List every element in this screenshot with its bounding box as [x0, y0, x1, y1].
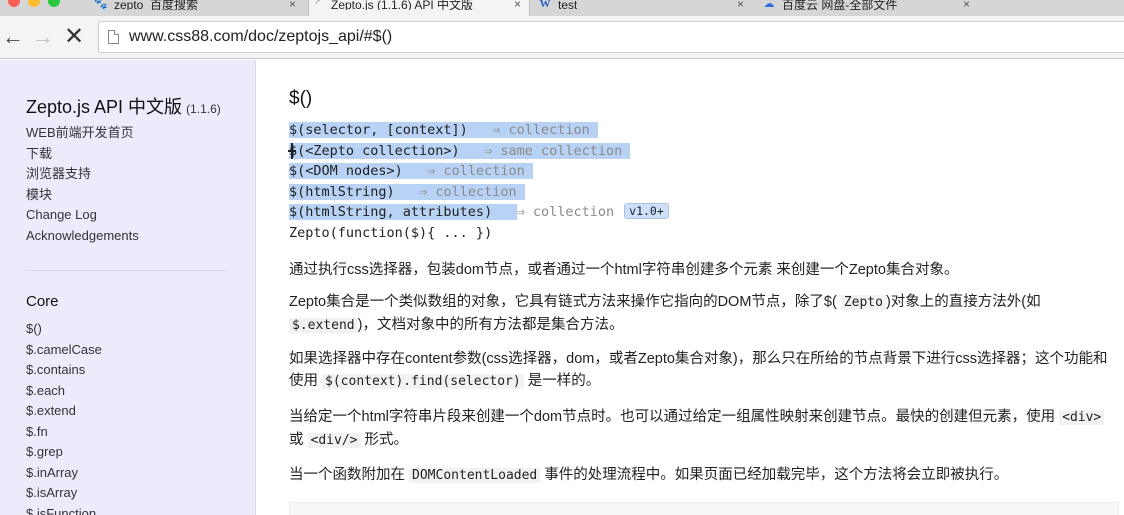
inline-code: <div/>	[307, 433, 361, 448]
signature-code: $(htmlString)	[289, 183, 395, 200]
w-icon: W	[539, 0, 551, 10]
signature-code: $(htmlString, attributes)	[289, 204, 493, 220]
text-fragment: 当一个函数附加在	[289, 467, 410, 483]
description-paragraph: 通过执行css选择器，包装dom节点，或者通过一个html字符串创建多个元素 来…	[289, 262, 959, 278]
sidebar-link-change-log[interactable]: Change Log	[26, 205, 139, 226]
inline-code: $.extend	[289, 318, 358, 333]
collection-paragraph: Zepto集合是一个类似数组的对象，它具有链式方法来操作它指向的DOM节点，除了…	[289, 291, 1119, 337]
text-fragment: 或	[289, 432, 308, 448]
close-tab-icon[interactable]: ×	[289, 0, 296, 10]
browser-tab-strip: 🐾 zepto_百度搜索 × ◜ Zepto.js (1.1.6) API 中文…	[0, 0, 1124, 16]
page-title: $()	[289, 88, 313, 109]
forward-arrow-icon[interactable]: →	[30, 24, 56, 50]
sidebar-link-modules[interactable]: 模块	[26, 185, 139, 206]
core-item-grep[interactable]: $.grep	[26, 442, 102, 463]
tab-title: test	[558, 0, 578, 10]
minimize-window-button[interactable]	[28, 0, 40, 7]
sidebar-nav: WEB前端开发首页 下载 浏览器支持 模块 Change Log Acknowl…	[26, 123, 139, 246]
core-item-extend[interactable]: $.extend	[26, 401, 102, 422]
inline-code: DOMContentLoaded	[409, 468, 541, 483]
tab-test[interactable]: W test ×	[536, 0, 752, 16]
tab-zepto-api[interactable]: ◜ Zepto.js (1.1.6) API 中文版 ×	[308, 0, 530, 16]
signature-code: $(<DOM nodes>)	[289, 163, 403, 179]
core-item-contains[interactable]: $.contains	[26, 360, 102, 381]
sidebar-link-acknowledgements[interactable]: Acknowledgements	[26, 226, 139, 247]
text-fragment: 事件的处理流程中。如果页面已经加载完毕，这个方法将会立即被执行。	[540, 467, 1009, 483]
signature-block: $(selector, [context]) ⇒ collection $(<Z…	[289, 120, 669, 243]
baidu-cloud-icon: ☁	[763, 0, 775, 10]
context-paragraph: 如果选择器中存在content参数(css选择器，dom，或者Zepto集合对象…	[289, 348, 1119, 393]
signature-code: $(<Zepto collection>)	[289, 142, 460, 159]
inline-code: $(context).find(selector)	[322, 374, 524, 389]
tab-title: zepto_百度搜索	[114, 0, 199, 10]
url-text[interactable]: www.css88.com/doc/zeptojs_api/#$()	[129, 28, 392, 46]
core-item-each[interactable]: $.each	[26, 381, 102, 402]
text-fragment: 当给定一个html字符串片段来创建一个dom节点时。也可以通过给定一组属性映射来…	[289, 409, 1060, 425]
maximize-window-button[interactable]	[48, 0, 60, 7]
inline-code: <div>	[1059, 410, 1105, 425]
core-item-isarray[interactable]: $.isArray	[26, 483, 102, 504]
loading-tab-icon: ◜	[315, 0, 321, 10]
close-tab-icon[interactable]: ×	[737, 0, 744, 10]
baidu-paw-icon: 🐾	[94, 0, 108, 10]
signature-line: $(htmlString) ⇒ collection	[289, 182, 669, 203]
sidebar-version: (1.1.6)	[186, 102, 221, 116]
core-item-dollar[interactable]: $()	[26, 319, 102, 340]
sidebar-link-home[interactable]: WEB前端开发首页	[26, 123, 139, 144]
tab-baidu-cloud[interactable]: ☁ 百度云 网盘-全部文件 ×	[760, 0, 978, 16]
core-list: $() $.camelCase $.contains $.each $.exte…	[26, 319, 102, 515]
sidebar-link-browser-support[interactable]: 浏览器支持	[26, 164, 139, 185]
address-bar[interactable]: www.css88.com/doc/zeptojs_api/#$()	[98, 21, 1124, 53]
signature-return: ⇒ collection	[492, 122, 590, 138]
sidebar-link-download[interactable]: 下载	[26, 144, 139, 165]
tab-zepto-baidu-search[interactable]: 🐾 zepto_百度搜索 ×	[92, 0, 304, 16]
sidebar-title: Zepto.js API 中文版 (1.1.6)	[26, 93, 221, 119]
core-item-inarray[interactable]: $.inArray	[26, 463, 102, 484]
text-cursor-icon	[288, 143, 296, 159]
signature-return: ⇒ collection	[427, 163, 525, 179]
dom-ready-paragraph: 当一个函数附加在 DOMContentLoaded 事件的处理流程中。如果页面已…	[289, 464, 1119, 487]
version-badge: v1.0+	[624, 203, 669, 219]
text-fragment: )，文档对象中的所有方法都是集合方法。	[357, 317, 624, 333]
signature-return: ⇒ collection	[516, 204, 615, 220]
back-arrow-icon[interactable]: ←	[0, 24, 26, 50]
signature-return: ⇒ same collection	[484, 142, 623, 159]
text-fragment: Zepto集合是一个类似数组的对象，它具有链式方法来操作它指向的DOM节点，除了…	[289, 294, 841, 310]
tab-title: 百度云 网盘-全部文件	[782, 0, 898, 10]
sidebar-divider	[26, 270, 228, 271]
signature-line: $(htmlString, attributes) ⇒ collection v1…	[289, 202, 669, 223]
signature-code: Zepto(function($){ ... })	[289, 224, 493, 241]
signature-code: $(selector, [context])	[289, 122, 468, 138]
sidebar-title-text: Zepto.js API 中文版	[26, 97, 183, 117]
tab-title: Zepto.js (1.1.6) API 中文版	[331, 0, 474, 10]
core-item-fn[interactable]: $.fn	[26, 422, 102, 443]
close-window-button[interactable]	[8, 0, 20, 7]
main-content: $() $(selector, [context]) ⇒ collection …	[257, 60, 1124, 515]
close-tab-icon[interactable]: ×	[963, 0, 970, 10]
core-item-isfunction[interactable]: $.isFunction	[26, 504, 102, 515]
sidebar-section-core: Core	[26, 293, 59, 310]
stop-loading-icon[interactable]: ✕	[61, 24, 87, 50]
signature-line: Zepto(function($){ ... })	[289, 223, 669, 244]
html-string-paragraph: 当给定一个html字符串片段来创建一个dom节点时。也可以通过给定一组属性映射来…	[289, 406, 1119, 452]
signature-line: $(<Zepto collection>) ⇒ same collection	[289, 141, 669, 162]
browser-toolbar: ← → ✕ www.css88.com/doc/zeptojs_api/#$()	[0, 16, 1124, 59]
inline-code: Zepto	[840, 295, 886, 310]
core-item-camelcase[interactable]: $.camelCase	[26, 340, 102, 361]
text-fragment: )对象上的直接方法外(如	[885, 294, 1041, 310]
code-example-box	[289, 502, 1119, 515]
text-fragment: 形式。	[360, 432, 409, 448]
text-fragment: 是一样的。	[523, 373, 601, 389]
page-icon	[108, 30, 119, 44]
sidebar: Zepto.js API 中文版 (1.1.6) WEB前端开发首页 下载 浏览器…	[0, 60, 256, 515]
signature-line: $(selector, [context]) ⇒ collection	[289, 120, 669, 141]
close-tab-icon[interactable]: ×	[514, 0, 521, 10]
signature-return: ⇒ collection	[419, 183, 517, 200]
signature-line: $(<DOM nodes>) ⇒ collection	[289, 161, 669, 182]
